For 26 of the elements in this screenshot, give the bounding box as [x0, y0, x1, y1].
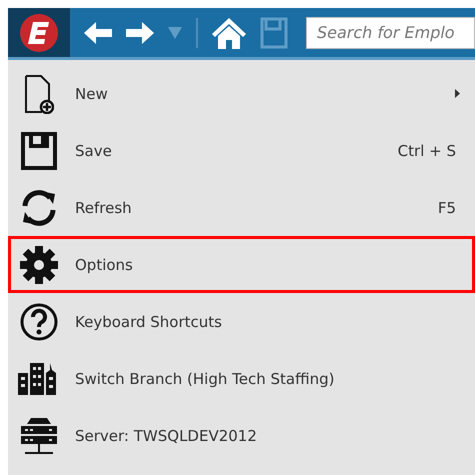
menu-label: Save [75, 142, 113, 160]
shortcut-label: Ctrl + S [398, 142, 456, 160]
server-icon [19, 416, 59, 456]
menu-item[interactable]: Refresh F5 [8, 179, 475, 236]
back-arrow-icon[interactable] [84, 20, 112, 44]
menu-label: Options [75, 256, 134, 274]
save-icon [21, 132, 57, 170]
menu-item[interactable]: Switch Branch (High Tech Staffing) [8, 350, 475, 407]
gear-icon [20, 246, 58, 284]
menu-item[interactable]: Save Ctrl + S [8, 122, 475, 179]
menu-label: Keyboard Shortcuts [75, 312, 223, 330]
menu-label: Switch Branch (High Tech Staffing) [75, 370, 336, 388]
new-document-icon [24, 74, 54, 114]
menu-item[interactable]: Options [8, 236, 475, 293]
shortcut-label: F5 [438, 198, 456, 216]
help-icon [19, 302, 59, 342]
forward-arrow-icon[interactable] [126, 20, 154, 44]
logo-icon[interactable] [19, 12, 59, 52]
menu-label: New [75, 84, 109, 102]
menu-item[interactable]: Server: TWSQLDEV2012 [8, 407, 475, 464]
search-field[interactable]: Search for Emplo [306, 16, 475, 48]
menu-label: Refresh [75, 198, 133, 216]
menu-label: Server: TWSQLDEV2012 [75, 426, 258, 444]
menu-item[interactable]: New [8, 65, 475, 122]
home-icon[interactable] [212, 16, 246, 48]
menu-item[interactable]: Keyboard Shortcuts [8, 293, 475, 350]
